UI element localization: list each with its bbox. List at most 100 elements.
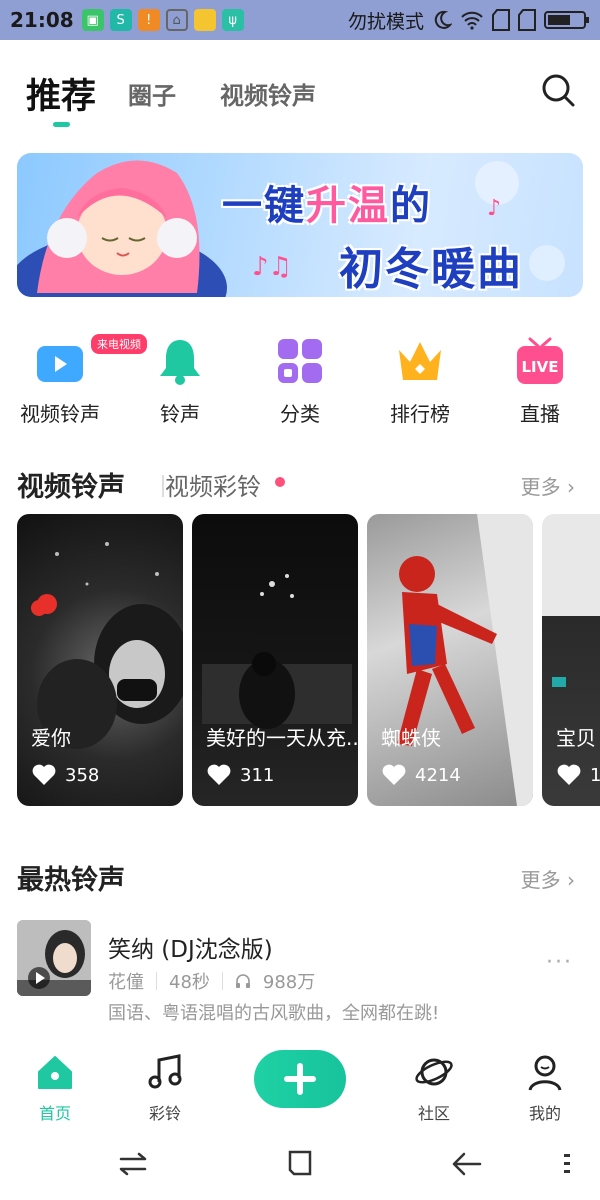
usb-icon: ψ	[221, 9, 244, 31]
svg-text:♪♫: ♪♫	[252, 252, 292, 282]
video-card[interactable]: 蜘蛛侠 4214	[367, 514, 533, 806]
banner-text-highlight: 升温	[306, 183, 390, 229]
video-thumbnail	[552, 677, 566, 687]
song-duration: 48秒	[169, 972, 210, 993]
likes-count: 4214	[415, 764, 461, 786]
hot-more-link[interactable]: 更多 ›	[521, 864, 575, 893]
plus-icon	[284, 1063, 316, 1095]
sim2-icon	[518, 9, 536, 31]
heart-icon	[382, 764, 406, 785]
quick-video-ringtone[interactable]: 来电视频 视频铃声	[0, 330, 147, 427]
song-row[interactable]: 笑纳 (DJ沈念版) 花僮 48秒 988万 国语、粤语混唱的古风歌曲，全网都在…	[17, 920, 583, 1030]
video-likes: 311	[206, 764, 274, 786]
back-icon[interactable]	[448, 1146, 484, 1182]
notification-icons: ▣ S ! ⌂ ψ	[81, 9, 244, 31]
menu-dots-icon[interactable]	[550, 1146, 586, 1182]
headphones-icon	[235, 974, 250, 988]
nav-mine-label: 我的	[528, 1104, 561, 1123]
meta-divider	[221, 972, 223, 990]
top-tabs: 推荐 圈子 视频铃声	[0, 40, 600, 140]
song-plays: 988万	[262, 972, 316, 993]
banner-headline: 一键升温的	[222, 173, 432, 231]
create-button[interactable]	[254, 1050, 346, 1108]
heart-icon	[32, 764, 56, 785]
video-title: 蜘蛛侠	[381, 726, 441, 750]
nav-community[interactable]: 社区	[394, 1052, 474, 1124]
status-right: 勿扰模式	[348, 7, 590, 34]
moon-icon	[434, 10, 452, 29]
status-time: 21:08	[10, 8, 74, 32]
section-divider	[162, 475, 164, 497]
quick-label: 铃声	[160, 402, 200, 426]
folder-icon	[193, 9, 216, 31]
heart-icon	[207, 764, 231, 785]
quick-ringtone[interactable]: 铃声	[120, 330, 240, 427]
quick-label: 分类	[280, 402, 320, 426]
live-tv-icon: LIVE	[515, 336, 565, 386]
svg-text:♪: ♪	[487, 196, 501, 221]
quick-ranking[interactable]: 排行榜	[360, 330, 480, 427]
video-card[interactable]: 美好的一天从充... 311	[192, 514, 358, 806]
video-section-header: 视频铃声 视频彩铃 更多 ›	[17, 465, 583, 505]
switch-icon[interactable]	[115, 1146, 151, 1182]
app-icon: S	[109, 9, 132, 31]
banner-text-2: 的	[390, 183, 432, 229]
song-description: 国语、粤语混唱的古风歌曲，全网都在跳!	[108, 1003, 440, 1024]
broom-icon: ⌂	[165, 9, 188, 31]
live-text: LIVE	[522, 358, 559, 376]
bell-icon	[155, 336, 205, 386]
song-artist: 花僮	[108, 972, 144, 993]
likes-count: 1	[590, 764, 600, 786]
video-section-title: 视频铃声	[17, 472, 125, 503]
android-icon: ▣	[81, 9, 104, 31]
search-button[interactable]	[538, 70, 578, 110]
bottom-nav: 首页 彩铃 社区 我的	[0, 1040, 600, 1130]
tab-video-ringtone[interactable]: 视频铃声	[220, 76, 316, 111]
likes-count: 311	[240, 764, 275, 786]
quick-live[interactable]: LIVE 直播	[480, 330, 600, 427]
meta-divider	[156, 972, 157, 990]
wifi-icon	[461, 11, 483, 30]
hot-section-header: 最热铃声 更多 ›	[17, 858, 583, 898]
music-note-icon	[148, 1054, 182, 1089]
video-card[interactable]: 宝贝 1	[542, 514, 600, 806]
video-likes: 358	[31, 764, 99, 786]
song-title: 笑纳 (DJ沈念版)	[108, 937, 273, 963]
video-section-subtitle[interactable]: 视频彩铃	[165, 467, 261, 502]
home-square-icon[interactable]	[282, 1146, 318, 1182]
sim1-icon	[492, 9, 510, 31]
search-icon	[542, 74, 575, 107]
video-card[interactable]: 爱你 358	[17, 514, 183, 806]
song-more-button[interactable]: ···	[546, 950, 573, 975]
video-ringtone-icon: 来电视频	[35, 334, 147, 386]
heart-icon	[557, 764, 581, 785]
nav-mine[interactable]: 我的	[505, 1052, 585, 1124]
promo-banner[interactable]: ♪♫ ♪ 一键升温的 初冬暖曲	[17, 153, 583, 297]
song-cover[interactable]	[17, 920, 91, 996]
video-more-link[interactable]: 更多 ›	[521, 471, 575, 500]
quick-label: 视频铃声	[20, 402, 100, 426]
user-icon	[528, 1055, 562, 1091]
video-thumbnail	[202, 574, 352, 729]
quick-label: 直播	[520, 402, 560, 426]
nav-ringback[interactable]: 彩铃	[125, 1052, 205, 1124]
grid-icon	[275, 336, 325, 386]
nav-community-label: 社区	[417, 1104, 450, 1123]
warning-icon: !	[137, 9, 160, 31]
status-bar: 21:08 ▣ S ! ⌂ ψ 勿扰模式	[0, 0, 600, 40]
video-title: 宝贝	[556, 726, 596, 750]
tab-recommend[interactable]: 推荐	[26, 68, 96, 119]
quick-label: 排行榜	[390, 402, 450, 426]
video-thumbnail	[31, 542, 183, 749]
tab-indicator	[53, 122, 70, 127]
video-card-list: 爱你 358 美好的一天从充... 311 蜘蛛侠 4214 宝贝 1	[17, 514, 600, 808]
tab-circle[interactable]: 圈子	[128, 76, 176, 111]
quick-category[interactable]: 分类	[240, 330, 360, 427]
video-title: 美好的一天从充...	[206, 726, 358, 750]
video-likes: 1	[556, 764, 600, 786]
song-meta: 花僮 48秒 988万	[108, 968, 315, 994]
nav-home-label: 首页	[38, 1104, 71, 1123]
new-dot	[275, 477, 285, 487]
nav-home[interactable]: 首页	[15, 1052, 95, 1124]
nav-ringback-label: 彩铃	[148, 1104, 181, 1123]
